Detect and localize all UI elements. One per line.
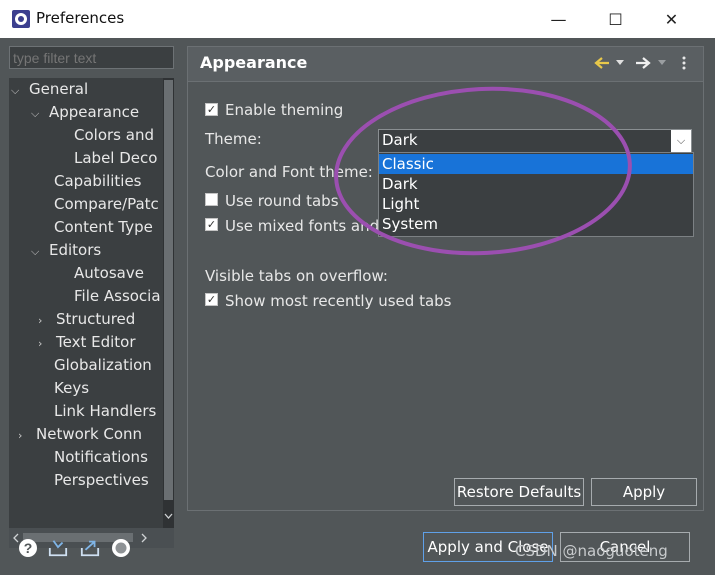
preference-tree: ⌵ General ⌵ Appearance Colors and Label De… <box>9 78 174 528</box>
recent-tabs-checkbox[interactable]: ✓ <box>205 293 218 306</box>
tree-item-label: Capabilities <box>54 172 142 190</box>
chevron-down-icon[interactable]: ⌵ <box>671 130 691 152</box>
preference-page: Appearance ✓ Enable theming Theme: Dark … <box>187 46 704 511</box>
expand-toggle-icon[interactable]: › <box>18 425 36 447</box>
maximize-button[interactable]: ☐ <box>587 0 644 38</box>
tree-item-network-connections[interactable]: › Network Conn <box>18 423 143 445</box>
tree-item-editors[interactable]: ⌵ Editors <box>31 239 101 261</box>
mixed-fonts-label: Use mixed fonts and <box>225 217 380 235</box>
tree-item-label: Colors and <box>74 126 154 144</box>
tree-item-autosave[interactable]: Autosave <box>56 262 144 284</box>
tree-item-label: General <box>29 80 89 98</box>
tree-item-file-associations[interactable]: File Associa <box>56 285 161 307</box>
tree-item-appearance[interactable]: ⌵ Appearance <box>31 101 139 123</box>
color-font-theme-label: Color and Font theme: <box>205 163 373 181</box>
tree-item-compare-patch[interactable]: Compare/Patc <box>36 193 159 215</box>
close-icon: ✕ <box>664 9 679 29</box>
forward-menu-chevron-icon[interactable] <box>658 60 666 66</box>
tree-item-label: Notifications <box>54 448 148 466</box>
page-title: Appearance <box>200 53 308 72</box>
record-icon[interactable] <box>111 538 131 558</box>
recent-tabs-label: Show most recently used tabs <box>225 292 452 310</box>
page-header: Appearance <box>188 47 703 82</box>
title-bar: Preferences — ☐ ✕ <box>0 0 715 38</box>
tree-item-label: Content Type <box>54 218 153 236</box>
theme-option-light[interactable]: Light <box>379 194 693 214</box>
dialog-body: ⌵General ⌵Appearance Colors and Label De… <box>0 38 715 575</box>
help-icon[interactable]: ? <box>18 538 38 558</box>
tree-item-label: Network Conn <box>36 425 143 443</box>
tree-item-label: Structured <box>56 310 136 328</box>
enable-theming-checkbox[interactable]: ✓ <box>205 103 218 116</box>
enable-theming-label: Enable theming <box>225 101 344 119</box>
tree-item-text-editors[interactable]: › Text Editor <box>38 331 136 353</box>
restore-defaults-button[interactable]: Restore Defaults <box>454 478 584 506</box>
tree-item-label: Compare/Patc <box>54 195 159 213</box>
tree-item-label: Text Editor <box>56 333 136 351</box>
round-tabs-checkbox[interactable] <box>205 193 218 206</box>
round-tabs-label: Use round tabs <box>225 192 339 210</box>
tree-vertical-scrollbar[interactable] <box>163 78 174 528</box>
tree-item-colors-and-fonts[interactable]: Colors and <box>56 124 154 146</box>
tree-item-label-decorations[interactable]: Label Deco <box>56 147 157 169</box>
expand-toggle-icon[interactable]: ⌵ <box>31 241 49 263</box>
eclipse-app-icon <box>12 10 30 28</box>
watermark-text: CSDN @naoguoteng <box>515 542 668 560</box>
tree-item-label: Globalization <box>54 356 152 374</box>
tree-item-keys[interactable]: Keys <box>36 377 89 399</box>
tree-item-label: Autosave <box>74 264 144 282</box>
tree-item-label: Editors <box>49 241 102 259</box>
tree-item-link-handlers[interactable]: Link Handlers <box>36 400 156 422</box>
scroll-down-icon[interactable] <box>164 512 173 520</box>
expand-toggle-icon[interactable]: ⌵ <box>11 80 29 102</box>
apply-button[interactable]: Apply <box>591 478 697 506</box>
scrollbar-thumb[interactable] <box>164 80 173 500</box>
tree-item-label: Perspectives <box>54 471 149 489</box>
tree-item-notifications[interactable]: Notifications <box>36 446 148 468</box>
export-icon[interactable] <box>80 538 100 558</box>
expand-toggle-icon[interactable]: › <box>38 333 56 355</box>
theme-option-dark[interactable]: Dark <box>379 174 693 194</box>
close-button[interactable]: ✕ <box>643 0 700 38</box>
theme-option-system[interactable]: System <box>379 214 693 234</box>
expand-toggle-icon[interactable]: ⌵ <box>31 103 49 125</box>
scroll-right-icon[interactable] <box>140 533 148 543</box>
more-options-icon[interactable] <box>682 56 686 70</box>
tree-item-capabilities[interactable]: Capabilities <box>36 170 142 192</box>
expand-toggle-icon[interactable]: › <box>38 310 56 332</box>
theme-select[interactable]: Dark ⌵ <box>378 129 692 153</box>
tree-item-label: Link Handlers <box>54 402 157 420</box>
svg-text:?: ? <box>24 540 33 556</box>
tree-item-label: Keys <box>54 379 90 397</box>
tree-item-label: File Associa <box>74 287 161 305</box>
import-icon[interactable] <box>48 538 68 558</box>
visible-tabs-label: Visible tabs on overflow: <box>205 267 388 285</box>
tree-item-label: Appearance <box>49 103 140 121</box>
forward-arrow-icon[interactable] <box>635 57 651 69</box>
tree-item-general[interactable]: ⌵ General <box>11 78 88 100</box>
back-arrow-icon[interactable] <box>594 57 610 69</box>
theme-option-classic[interactable]: Classic <box>379 154 693 174</box>
theme-label: Theme: <box>205 130 262 148</box>
tree-item-content-types[interactable]: Content Type <box>36 216 153 238</box>
tree-item-globalization[interactable]: Globalization <box>36 354 152 376</box>
minimize-icon: — <box>550 9 567 29</box>
filter-input[interactable] <box>9 46 174 69</box>
theme-dropdown-list: Classic Dark Light System <box>378 152 694 237</box>
theme-select-value: Dark <box>382 131 418 149</box>
maximize-icon: ☐ <box>608 9 623 29</box>
tree-item-label: Label Deco <box>74 149 158 167</box>
mixed-fonts-checkbox[interactable]: ✓ <box>205 218 218 231</box>
tree-item-structured[interactable]: › Structured <box>38 308 136 330</box>
minimize-button[interactable]: — <box>530 0 587 38</box>
back-menu-chevron-icon[interactable] <box>616 60 624 66</box>
window-title: Preferences <box>36 9 125 27</box>
tree-item-perspectives[interactable]: Perspectives <box>36 469 149 491</box>
